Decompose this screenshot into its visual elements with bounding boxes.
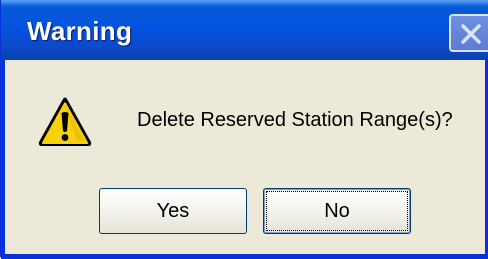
window-bottom-border: [1, 254, 488, 259]
window-left-border: [1, 60, 5, 259]
window-title: Warning: [27, 16, 133, 46]
dialog-message: Delete Reserved Station Range(s)?: [137, 109, 453, 131]
title-bar[interactable]: Warning: [1, 0, 488, 60]
warning-icon: [37, 96, 93, 148]
yes-button[interactable]: Yes: [99, 188, 247, 234]
warning-dialog: Warning Delete Reserved Station Range(s)…: [0, 0, 488, 259]
no-button[interactable]: No: [263, 188, 411, 234]
close-icon: [461, 24, 481, 44]
close-button[interactable]: [449, 14, 488, 52]
